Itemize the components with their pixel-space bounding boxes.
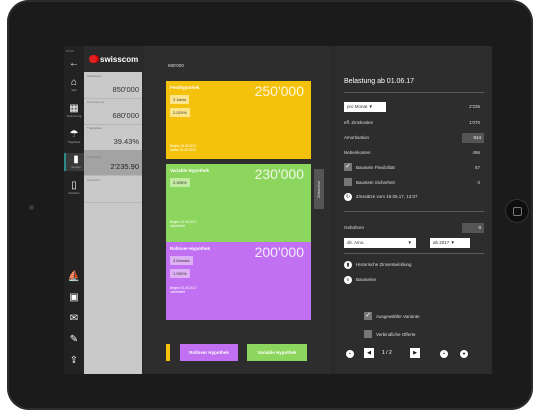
icon-sidebar: 16:44 ← ⌂ Start ▦ Finanzierung ☂ Tragbarkei… (64, 46, 86, 374)
cost-row-amortisation: Amortisation 614 (344, 133, 484, 143)
cost-panel: Belastung ab 01.06.17 pro Monat ▼ 2'236 … (336, 46, 492, 374)
amortisation-input[interactable]: 614 (462, 133, 484, 143)
checkbox-checked-icon[interactable]: ✓ (364, 312, 372, 320)
chevron-down-icon: ▼ (368, 104, 373, 109)
cost-row-nebenkosten: Nebenkosten 496 (344, 150, 480, 155)
checkbox-row-flexibilitaet[interactable]: ✓ Baustein Flexibilität 57 (344, 163, 484, 173)
selects-row: dir. Amo. ▼ ab 2017 ▼ (344, 238, 484, 248)
chevron-down-icon: ▼ (407, 240, 412, 245)
metric-finanzierung[interactable]: Finanzierung 680'000 (84, 98, 142, 125)
legend-rollover-button[interactable]: Rollover Hypothek (180, 344, 238, 361)
app-screen: 16:44 ← ⌂ Start ▦ Finanzierung ☂ Tragbarkei… (64, 46, 492, 374)
metrics-panel: swisscom Objektwert 850'000 Finanzierung… (84, 46, 162, 374)
chevron-down-icon: ▼ (450, 240, 456, 245)
delete-icon[interactable]: ▪ (346, 350, 354, 358)
tool-share[interactable]: ⇪ (64, 352, 84, 370)
term-chip[interactable]: 3 Jahre (170, 95, 190, 104)
legend-variable-button[interactable]: Variable Hypothek (247, 344, 307, 361)
next-page-button[interactable]: ▶ (410, 348, 420, 358)
checkbox-checked-icon[interactable]: ✓ (344, 163, 352, 171)
calculator-icon: ▦ (69, 103, 79, 114)
panel-title: Belastung ab 01.06.17 (344, 78, 415, 85)
notes-icon: ✎ (69, 334, 79, 345)
nav-start[interactable]: ⌂ Start (64, 76, 84, 94)
option-ausgewaehlte-variante[interactable]: ✓ Ausgewählte Variante (364, 312, 492, 322)
tool-ship[interactable]: ⛵ (64, 268, 84, 286)
chart-link-icon: ▮ (344, 261, 352, 269)
home-icon: ⌂ (70, 77, 78, 88)
nav-vertraege[interactable]: ▮ Verträge (64, 153, 86, 171)
chevron-left-icon: ◀ (367, 350, 371, 356)
camera-dot (29, 205, 34, 210)
amortization-select[interactable]: dir. Amo. ▼ (344, 238, 416, 248)
tool-notes[interactable]: ✎ (64, 331, 84, 349)
fees-input[interactable]: 0 (462, 223, 484, 233)
document-icon: ▯ (71, 180, 77, 191)
checkbox-unchecked-icon[interactable] (364, 330, 372, 338)
chart-icon: ▮ (73, 154, 79, 165)
period-select[interactable]: pro Monat ▼ (344, 102, 386, 112)
legend-festhypothek-swatch[interactable] (166, 344, 170, 361)
divider (344, 92, 484, 93)
umbrella-icon: ☂ (69, 129, 79, 140)
clock: 16:44 (66, 49, 74, 53)
total-amount: 680'000 (168, 63, 184, 68)
checkbox-row-sicherheit[interactable]: Baustein Sicherheit 0 (344, 178, 484, 188)
tool-calendar[interactable]: ▣ (64, 289, 84, 307)
back-icon: ← (69, 58, 79, 69)
blocks-link-icon: ≡ (344, 276, 352, 284)
calendar-icon: ▣ (69, 292, 79, 303)
card-festhypothek[interactable]: Festhypothek 250'000 3 Jahre 2.020% Begi… (166, 81, 311, 159)
fees-row: Gebühren 0 (344, 223, 484, 233)
nav-abschluss[interactable]: ▯ Abschluss (64, 179, 84, 197)
back-button[interactable]: ← (64, 55, 84, 73)
divider (344, 211, 484, 212)
rate-chip[interactable]: 2.020% (170, 108, 190, 117)
link-zinsentwicklung[interactable]: ▮ Historische Zinsentwicklung (344, 260, 484, 270)
chevron-right-icon: ▶ (413, 350, 417, 356)
option-verbindliche-offerte[interactable]: Verbindliche Offerte (364, 330, 492, 340)
checkbox-unchecked-icon[interactable] (344, 178, 352, 186)
tablet-frame: 16:44 ← ⌂ Start ▦ Finanzierung ☂ Tragbarkei… (7, 0, 533, 410)
card-rollover-hypothek[interactable]: Rollover-Hypothek 200'000 3 Monate 1.050… (166, 242, 311, 320)
page-indicator: 1 / 2 (382, 350, 392, 356)
prev-page-button[interactable]: ◀ (364, 348, 374, 358)
year-select[interactable]: ab 2017 ▼ (430, 238, 470, 248)
add-icon[interactable]: + (440, 350, 448, 358)
divider (344, 253, 484, 254)
metric-objektwert[interactable]: Objektwert 850'000 (84, 72, 142, 99)
period-row: pro Monat ▼ 2'236 (344, 102, 484, 112)
metric-tragbarkeit[interactable]: Tragbarkeit 39.43% (84, 124, 142, 151)
home-square-icon (513, 207, 522, 216)
rate-chip[interactable]: 2.395% (170, 178, 190, 187)
rate-chip[interactable]: 1.050% (170, 269, 190, 278)
ship-icon: ⛵ (67, 271, 81, 282)
mail-icon: ✉ (69, 313, 79, 324)
rates-note-row: ↻ Zinssätze vom 19.05.17, 13:07 (344, 193, 418, 201)
mortgage-cards: 680'000 Festhypothek 250'000 3 Jahre 2.0… (144, 46, 330, 374)
metric-pro-monat[interactable]: pro Monat 2'235.90 (84, 150, 142, 176)
tool-mail[interactable]: ✉ (64, 310, 84, 328)
refresh-icon[interactable]: ↻ (344, 193, 352, 201)
cost-row-zinskosten: eff. Zinskosten 1'070 (344, 120, 480, 125)
metric-uebersicht[interactable]: Übersicht (84, 176, 142, 203)
nav-finanzierung[interactable]: ▦ Finanzierung (64, 102, 84, 120)
swisscom-logo-icon (89, 55, 97, 63)
link-bausteine[interactable]: ≡ Bausteine (344, 275, 484, 285)
tab-zeitachse[interactable]: Zeitachse (314, 169, 324, 209)
share-icon: ⇪ (69, 355, 79, 366)
term-chip[interactable]: 3 Monate (170, 256, 193, 265)
card-variable-hypothek[interactable]: Variable Hypothek 230'000 2.395% Beginn … (166, 164, 311, 242)
home-button[interactable] (506, 200, 528, 222)
eye-icon[interactable]: ● (460, 350, 468, 358)
brand-logo: swisscom (84, 46, 142, 72)
nav-tragbarkeit[interactable]: ☂ Tragbarkeit (64, 128, 84, 146)
